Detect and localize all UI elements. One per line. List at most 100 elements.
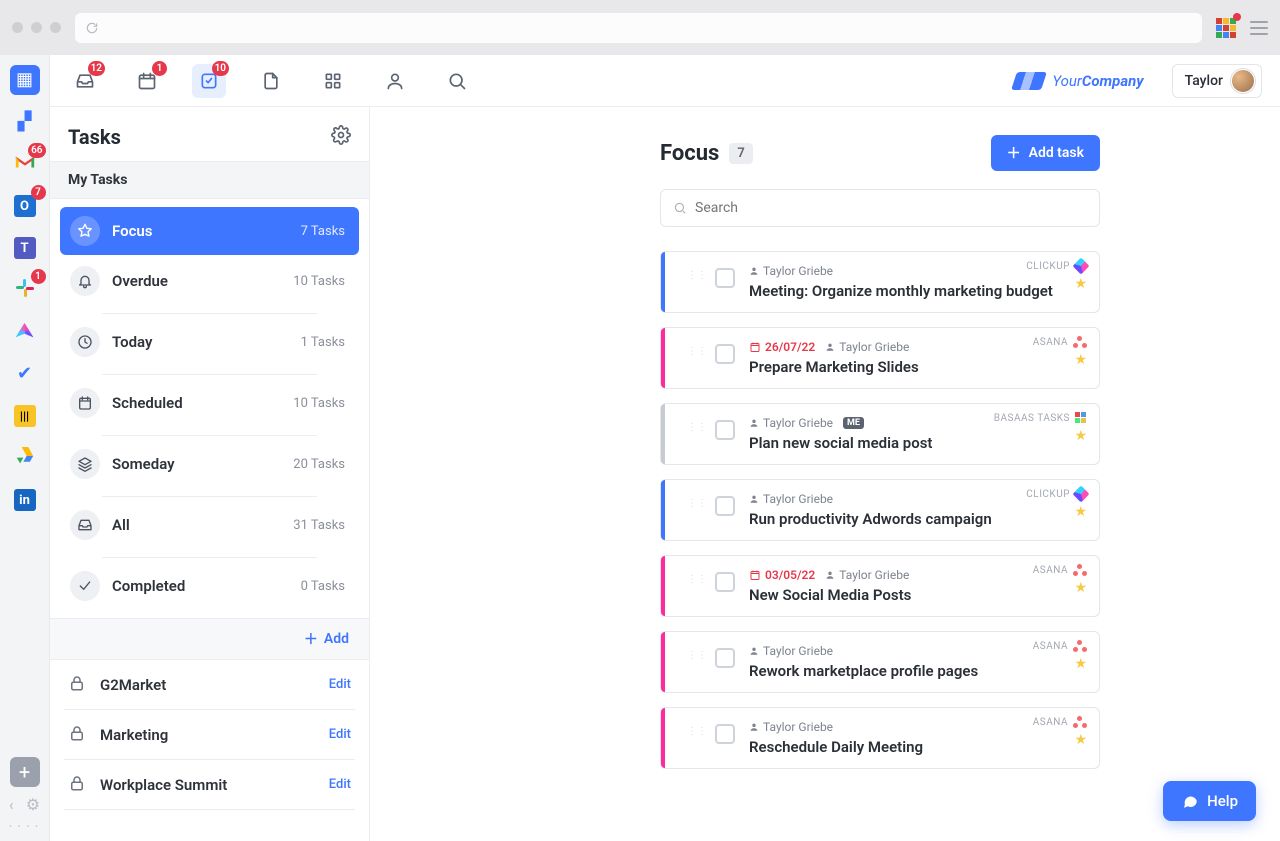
browser-right-controls xyxy=(1216,18,1268,38)
task-stripe xyxy=(661,632,665,692)
gear-icon[interactable] xyxy=(331,125,351,149)
star-icon[interactable]: ★ xyxy=(1074,580,1087,596)
apps-grid-icon[interactable] xyxy=(1216,18,1236,38)
task-source: ASANA xyxy=(1033,716,1087,728)
task-checkbox[interactable] xyxy=(715,268,735,288)
sidebar-item-someday[interactable]: Someday 20 Tasks xyxy=(60,440,359,488)
hamburger-icon[interactable] xyxy=(1250,21,1268,35)
sidebar-item-all[interactable]: All 31 Tasks xyxy=(60,501,359,549)
star-icon[interactable]: ★ xyxy=(1074,656,1087,672)
task-card[interactable]: ⋮⋮ Taylor Griebe Reschedule Daily Meetin… xyxy=(660,707,1100,769)
slack-icon xyxy=(15,278,35,302)
teams-icon: T xyxy=(14,237,36,259)
task-card[interactable]: ⋮⋮ 03/05/22 Taylor Griebe New Social Med… xyxy=(660,555,1100,617)
drag-handle-icon[interactable]: ⋮⋮ xyxy=(687,726,707,737)
rail-linkedin[interactable]: in xyxy=(10,485,40,515)
rail-add-button[interactable]: + xyxy=(10,757,40,787)
topbar-apps[interactable] xyxy=(316,64,350,98)
help-button[interactable]: Help xyxy=(1163,781,1256,821)
outlook-badge: 7 xyxy=(31,185,46,200)
task-card[interactable]: ⋮⋮ Taylor Griebe Meeting: Organize month… xyxy=(660,251,1100,313)
topbar-files[interactable] xyxy=(254,64,288,98)
project-edit-link[interactable]: Edit xyxy=(329,677,351,692)
drag-handle-icon[interactable]: ⋮⋮ xyxy=(687,650,707,661)
task-checkbox[interactable] xyxy=(715,648,735,668)
gear-mini-icon[interactable]: ⚙ xyxy=(26,795,40,814)
star-icon[interactable]: ★ xyxy=(1074,504,1087,520)
brand-suffix: Company xyxy=(1082,72,1144,90)
sidebar-item-completed[interactable]: Completed 0 Tasks xyxy=(60,562,359,610)
chevron-left-icon[interactable]: ‹ xyxy=(9,795,14,814)
topbar-search[interactable] xyxy=(440,64,474,98)
star-icon[interactable]: ★ xyxy=(1074,276,1087,292)
star-icon[interactable]: ★ xyxy=(1074,732,1087,748)
sidebar-item-count: 7 Tasks xyxy=(301,224,345,239)
sidebar-add-button[interactable]: ＋ Add xyxy=(50,618,369,660)
chat-icon xyxy=(1181,792,1199,810)
rail-todo[interactable]: ✔ xyxy=(10,359,40,389)
sidebar-project[interactable]: Workplace Summit Edit xyxy=(64,760,355,810)
task-stripe xyxy=(661,404,665,464)
star-icon[interactable]: ★ xyxy=(1074,352,1087,368)
project-edit-link[interactable]: Edit xyxy=(329,727,351,742)
drag-handle-icon[interactable]: ⋮⋮ xyxy=(687,574,707,585)
traffic-lights xyxy=(12,22,61,33)
sidebar-item-focus[interactable]: Focus 7 Tasks xyxy=(60,207,359,255)
lock-icon xyxy=(68,724,86,746)
rail-outlook[interactable]: O 7 xyxy=(10,191,40,221)
topbar-calendar[interactable]: 1 xyxy=(130,64,164,98)
task-source: ASANA xyxy=(1033,336,1087,348)
topbar-profile[interactable] xyxy=(378,64,412,98)
inbox-badge: 12 xyxy=(88,61,105,76)
rail-gmail[interactable]: 66 xyxy=(10,149,40,179)
sidebar-add-label: Add xyxy=(324,631,349,647)
rail-clickup[interactable] xyxy=(10,317,40,347)
search-box[interactable] xyxy=(660,189,1100,227)
sidebar-project[interactable]: G2Market Edit xyxy=(64,660,355,710)
topbar-inbox[interactable]: 12 xyxy=(68,64,102,98)
user-chip[interactable]: Taylor xyxy=(1172,64,1262,98)
rail-drive[interactable] xyxy=(10,443,40,473)
lock-icon xyxy=(68,774,86,796)
task-card[interactable]: ⋮⋮ Taylor Griebe Rework marketplace prof… xyxy=(660,631,1100,693)
sidebar-item-count: 31 Tasks xyxy=(293,518,345,533)
drag-handle-icon[interactable]: ⋮⋮ xyxy=(687,422,707,433)
linkedin-icon: in xyxy=(14,489,36,511)
task-checkbox[interactable] xyxy=(715,344,735,364)
rail-teams[interactable]: T xyxy=(10,233,40,263)
asana-icon xyxy=(1073,716,1087,728)
task-checkbox[interactable] xyxy=(715,496,735,516)
star-icon[interactable]: ★ xyxy=(1074,428,1087,444)
rail-home[interactable]: ▦ xyxy=(10,65,40,95)
sidebar-project[interactable]: Marketing Edit xyxy=(64,710,355,760)
task-checkbox[interactable] xyxy=(715,572,735,592)
topbar-tasks[interactable]: 10 xyxy=(192,64,226,98)
task-card[interactable]: ⋮⋮ Taylor Griebe Run productivity Adword… xyxy=(660,479,1100,541)
task-assignee: Taylor Griebe xyxy=(825,340,909,354)
sidebar-item-today[interactable]: Today 1 Tasks xyxy=(60,318,359,366)
avatar xyxy=(1231,69,1255,93)
sidebar-item-scheduled[interactable]: Scheduled 10 Tasks xyxy=(60,379,359,427)
drag-handle-icon[interactable]: ⋮⋮ xyxy=(687,270,707,281)
rail-analytics[interactable]: ▞ xyxy=(10,107,40,137)
plus-icon: ＋ xyxy=(304,629,318,649)
project-edit-link[interactable]: Edit xyxy=(329,777,351,792)
drive-icon xyxy=(15,447,35,469)
brand-prefix: Your xyxy=(1052,72,1082,90)
drag-handle-icon[interactable]: ⋮⋮ xyxy=(687,498,707,509)
project-name: Workplace Summit xyxy=(100,776,315,794)
rail-slack[interactable]: 1 xyxy=(10,275,40,305)
task-card[interactable]: ⋮⋮ Taylor GriebeME Plan new social media… xyxy=(660,403,1100,465)
drag-handle-icon[interactable]: ⋮⋮ xyxy=(687,346,707,357)
sidebar-item-count: 20 Tasks xyxy=(293,457,345,472)
task-source: BASAAS TASKS xyxy=(994,412,1087,424)
sidebar-item-overdue[interactable]: Overdue 10 Tasks xyxy=(60,257,359,305)
task-checkbox[interactable] xyxy=(715,724,735,744)
add-task-button[interactable]: ＋ Add task xyxy=(991,135,1100,171)
search-input[interactable] xyxy=(695,200,1087,216)
task-checkbox[interactable] xyxy=(715,420,735,440)
task-card[interactable]: ⋮⋮ 26/07/22 Taylor Griebe Prepare Market… xyxy=(660,327,1100,389)
sidebar-item-count: 0 Tasks xyxy=(301,579,345,594)
url-bar[interactable] xyxy=(75,13,1202,43)
rail-miro[interactable]: ||| xyxy=(10,401,40,431)
